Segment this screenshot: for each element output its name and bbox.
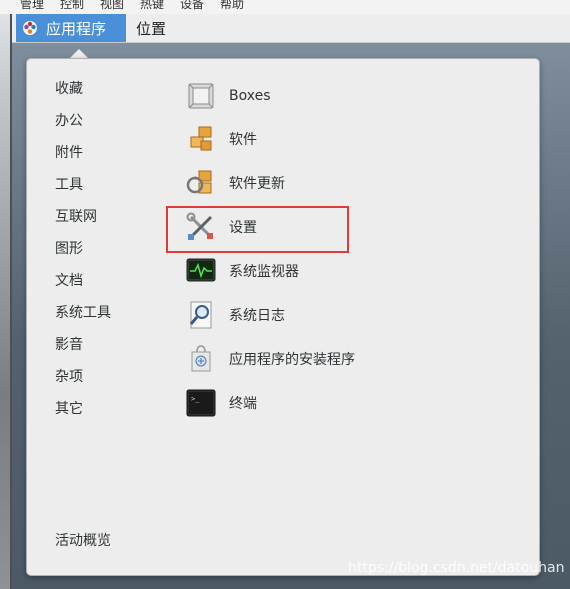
app-label: Boxes [229,88,271,104]
vm-menu-control[interactable]: 控制 [60,0,84,12]
activities-overview-link[interactable]: 活动概览 [55,530,165,552]
category-system-tools[interactable]: 系统工具 [55,302,165,324]
app-installer-icon [191,345,211,372]
app-label: 终端 [229,396,257,412]
app-label: 应用程序的安装程序 [229,352,355,368]
applications-menu-button[interactable]: 应用程序 [16,14,126,42]
app-software-update[interactable]: 软件更新 [185,163,515,203]
app-terminal[interactable]: >_ 终端 [185,383,515,423]
app-installer[interactable]: 应用程序的安装程序 [185,339,515,379]
category-documents[interactable]: 文档 [55,270,165,292]
category-accessories[interactable]: 附件 [55,142,165,164]
top-panel: 应用程序 位置 [12,14,570,43]
category-favorites[interactable]: 收藏 [55,78,165,100]
category-tools[interactable]: 工具 [55,174,165,196]
app-label: 系统日志 [229,308,285,324]
app-label: 软件 [229,132,257,148]
category-sundry[interactable]: 杂项 [55,366,165,388]
highlight-annotation [166,206,349,253]
applications-menu-popup: 收藏 办公 附件 工具 互联网 图形 文档 系统工具 影音 杂项 其它 活动概览… [26,58,540,576]
app-system-monitor[interactable]: 系统监视器 [185,251,515,291]
system-monitor-icon [186,258,216,282]
gnome-foot-icon [23,21,37,35]
app-label: 软件更新 [229,176,285,192]
places-menu-button[interactable]: 位置 [126,14,176,42]
app-system-log[interactable]: 系统日志 [185,295,515,335]
app-software[interactable]: 软件 [185,119,515,159]
category-office[interactable]: 办公 [55,110,165,132]
vm-menu-hotkeys[interactable]: 热键 [140,0,164,12]
terminal-icon: >_ [186,389,216,417]
vm-menu-help[interactable]: 帮助 [220,0,244,12]
svg-text:>_: >_ [191,395,200,403]
category-internet[interactable]: 互联网 [55,206,165,228]
vm-menu-manage[interactable]: 管理 [20,0,44,12]
watermark-text: https://blog.csdn.net/datouhan [348,560,565,576]
category-other[interactable]: 其它 [55,398,165,420]
vm-menu-devices[interactable]: 设备 [180,0,204,12]
vm-menu-view[interactable]: 视图 [100,0,124,12]
category-graphics[interactable]: 图形 [55,238,165,260]
boxes-icon [188,83,214,109]
app-label: 系统监视器 [229,264,299,280]
menu-popup-arrow [70,49,88,58]
app-boxes[interactable]: Boxes [185,76,515,116]
system-log-icon [189,301,212,329]
software-update-icon [186,170,212,194]
vm-menubar: 管理 控制 视图 热键 设备 帮助 [0,0,570,14]
applications-menu-label: 应用程序 [46,19,107,38]
category-sound-video[interactable]: 影音 [55,334,165,356]
software-icon [190,126,212,151]
